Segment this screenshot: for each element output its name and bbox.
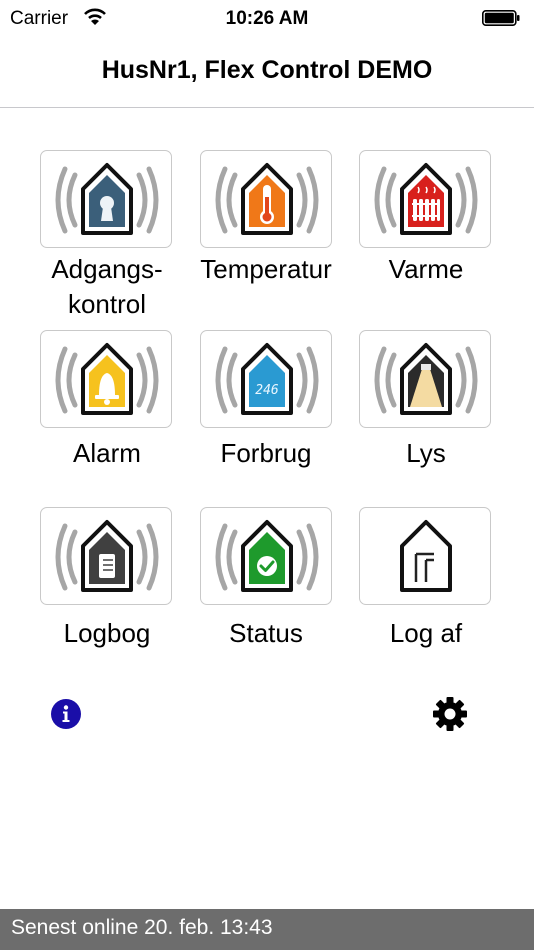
status-check-icon xyxy=(215,520,319,592)
thermometer-icon xyxy=(215,163,319,235)
tile-label-temperatur: Temperatur xyxy=(200,254,332,284)
tile-temperatur[interactable] xyxy=(200,150,332,248)
clock: 10:26 AM xyxy=(225,8,309,29)
gear-icon[interactable] xyxy=(432,696,468,732)
tile-log-af[interactable] xyxy=(359,507,491,605)
tile-label-forbrug: Forbrug xyxy=(220,438,312,468)
tile-logbog[interactable] xyxy=(40,507,172,605)
tile-label-logbog: Logbog xyxy=(63,618,151,648)
tile-status[interactable] xyxy=(200,507,332,605)
consumption-display-icon: 246 xyxy=(215,343,319,415)
tile-varme[interactable] xyxy=(359,150,491,248)
last-online-text: Senest online 20. feb. 13:43 xyxy=(11,916,273,939)
logout-icon xyxy=(400,520,452,592)
alarm-bell-icon xyxy=(55,343,159,415)
tile-label-alarm: Alarm xyxy=(73,438,141,468)
navigation-bar: HusNr1, Flex Control DEMO xyxy=(0,36,534,108)
tile-lys[interactable] xyxy=(359,330,491,428)
tile-label-status: Status xyxy=(229,618,303,648)
access-control-icon xyxy=(55,163,159,235)
tile-label-varme: Varme xyxy=(388,254,464,284)
footer-status-bar: Senest online 20. feb. 13:43 xyxy=(0,909,534,950)
tile-label-lys: Lys xyxy=(406,438,446,468)
tile-forbrug[interactable]: 246 xyxy=(200,330,332,428)
consumption-display-value: 246 xyxy=(255,383,279,398)
info-icon[interactable] xyxy=(51,699,81,729)
light-icon xyxy=(374,343,478,415)
logbook-icon xyxy=(55,520,159,592)
status-bar: Carrier 10:26 AM xyxy=(0,0,534,36)
radiator-icon xyxy=(374,163,478,235)
page-title: HusNr1, Flex Control DEMO xyxy=(101,56,433,84)
tile-alarm[interactable] xyxy=(40,330,172,428)
tile-label-log-af: Log af xyxy=(389,618,463,648)
battery-icon xyxy=(482,10,520,26)
tile-label-adgangskontrol: Adgangs- kontrol xyxy=(51,254,163,319)
tile-adgangskontrol[interactable] xyxy=(40,150,172,248)
